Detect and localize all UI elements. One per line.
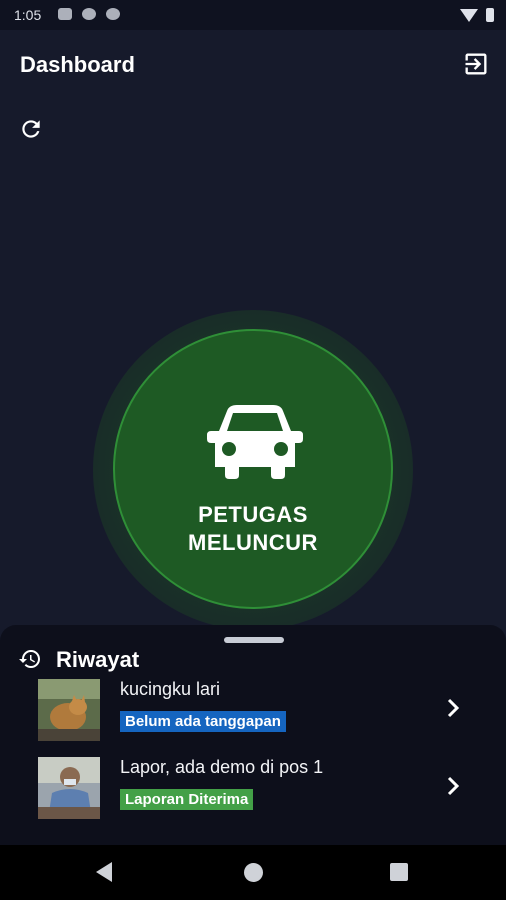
car-icon — [207, 405, 303, 479]
launch-label-line2: MELUNCUR — [188, 530, 318, 555]
history-item[interactable]: kucingku lari Belum ada tanggapan — [0, 679, 506, 745]
wifi-icon — [460, 8, 478, 22]
history-sheet[interactable]: Riwayat kucingku lari Belum ada tanggapa… — [0, 625, 506, 845]
history-item-text: Lapor, ada demo di pos 1 — [120, 757, 324, 777]
notification-icons — [58, 8, 120, 20]
history-title: Riwayat — [56, 647, 140, 672]
sync-icon — [106, 8, 120, 20]
mail-icon — [58, 8, 72, 20]
report-thumbnail — [38, 757, 100, 819]
app-bar: Dashboard — [0, 30, 506, 102]
launch-label-line1: PETUGAS — [198, 502, 308, 527]
chevron-right-icon[interactable] — [446, 775, 460, 797]
status-time: 1:05 — [14, 7, 42, 23]
system-nav-bar — [0, 845, 506, 900]
home-icon[interactable] — [244, 863, 263, 882]
launch-button[interactable]: PETUGAS MELUNCUR — [113, 329, 393, 609]
chevron-right-icon[interactable] — [446, 697, 460, 719]
system-icons — [460, 8, 494, 22]
report-thumbnail — [38, 679, 100, 741]
status-bar: 1:05 — [0, 0, 506, 30]
battery-icon — [486, 8, 494, 22]
launch-label: PETUGAS MELUNCUR — [115, 501, 391, 557]
history-item[interactable]: Lapor, ada demo di pos 1 Laporan Diterim… — [0, 757, 506, 823]
page-title: Dashboard — [20, 52, 135, 77]
history-icon — [19, 650, 40, 668]
sheet-drag-handle[interactable] — [224, 637, 284, 643]
refresh-icon[interactable] — [18, 116, 44, 142]
globe-icon — [82, 8, 96, 20]
status-badge: Belum ada tanggapan — [120, 711, 286, 732]
back-icon[interactable] — [96, 862, 112, 882]
status-badge: Laporan Diterima — [120, 789, 254, 810]
logout-icon[interactable] — [462, 50, 490, 78]
history-item-text: kucingku lari — [120, 679, 221, 699]
recent-apps-icon[interactable] — [390, 863, 408, 881]
